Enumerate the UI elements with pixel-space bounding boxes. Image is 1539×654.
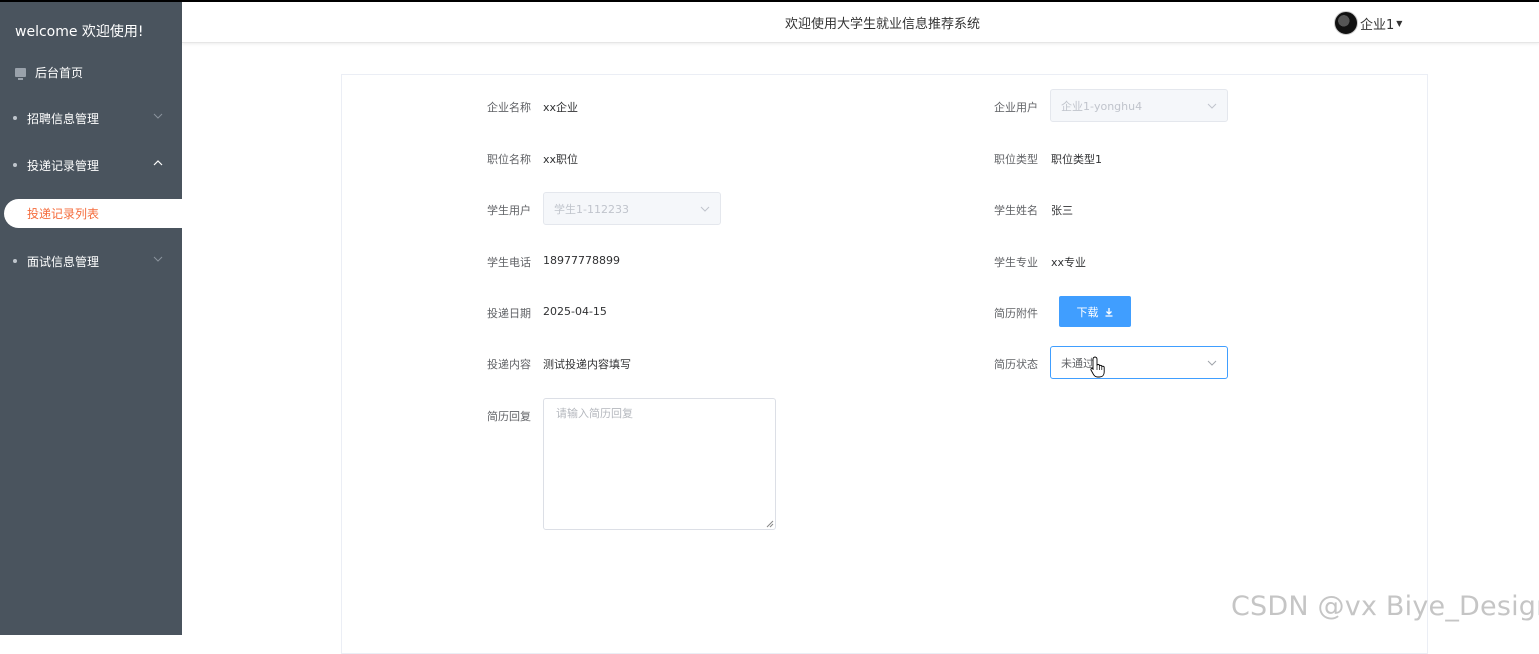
delivery-date-label: 投递日期 bbox=[487, 307, 531, 320]
student-user-select-value: 学生1-112233 bbox=[554, 202, 629, 216]
delivery-content-label: 投递内容 bbox=[487, 358, 531, 371]
chevron-down-icon bbox=[153, 113, 163, 119]
resize-handle-icon[interactable] bbox=[766, 520, 774, 528]
company-name-label: 企业名称 bbox=[487, 101, 531, 114]
page-title: 欢迎使用大学生就业信息推荐系统 bbox=[785, 17, 981, 32]
monitor-icon bbox=[15, 67, 26, 80]
resume-reply-label: 简历回复 bbox=[487, 410, 531, 423]
caret-down-icon: ▼ bbox=[1396, 18, 1403, 28]
top-header: 欢迎使用大学生就业信息推荐系统 企业1 ▼ bbox=[182, 2, 1539, 43]
company-user-select-value: 企业1-yonghu4 bbox=[1061, 99, 1143, 113]
student-name-value: 张三 bbox=[1051, 204, 1073, 217]
chevron-up-icon bbox=[153, 160, 163, 166]
student-major-label: 学生专业 bbox=[994, 256, 1038, 269]
resume-status-select[interactable]: 未通过 bbox=[1050, 346, 1228, 379]
sidebar-item-delivery[interactable]: 投递记录管理 bbox=[0, 145, 182, 185]
company-user-select: 企业1-yonghu4 bbox=[1050, 89, 1228, 122]
delivery-date-value: 2025-04-15 bbox=[543, 305, 607, 318]
user-menu[interactable]: 企业1 ▼ bbox=[1334, 11, 1402, 35]
company-user-label: 企业用户 bbox=[994, 101, 1038, 114]
sidebar-item-home[interactable]: 后台首页 bbox=[0, 52, 182, 92]
bullet-icon bbox=[13, 259, 17, 263]
student-phone-value: 18977778899 bbox=[543, 254, 620, 267]
resume-status-label: 简历状态 bbox=[994, 358, 1038, 371]
chevron-down-icon bbox=[1207, 360, 1217, 366]
bullet-icon bbox=[13, 116, 17, 120]
student-phone-label: 学生电话 bbox=[487, 256, 531, 269]
job-type-value: 职位类型1 bbox=[1051, 153, 1102, 166]
delivery-content-value: 测试投递内容填写 bbox=[543, 358, 631, 371]
download-button-label: 下载 bbox=[1076, 306, 1099, 319]
watermark-text: CSDN @vx Biye_Design bbox=[1231, 591, 1539, 622]
job-name-label: 职位名称 bbox=[487, 153, 531, 166]
resume-reply-textarea[interactable] bbox=[543, 398, 776, 530]
job-type-label: 职位类型 bbox=[994, 153, 1038, 166]
user-name: 企业1 bbox=[1360, 17, 1395, 33]
sidebar-item-label: 后台首页 bbox=[35, 65, 84, 80]
welcome-text: welcome 欢迎使用! bbox=[15, 24, 144, 40]
hand-pointer-icon bbox=[1090, 356, 1105, 378]
download-icon bbox=[1105, 307, 1112, 317]
sidebar-item-recruitment[interactable]: 招聘信息管理 bbox=[0, 98, 182, 138]
company-name-value: xx企业 bbox=[543, 101, 579, 114]
chevron-down-icon bbox=[700, 206, 710, 212]
student-user-label: 学生用户 bbox=[487, 204, 531, 217]
student-name-label: 学生姓名 bbox=[994, 204, 1038, 217]
student-user-select: 学生1-112233 bbox=[543, 192, 721, 225]
sidebar-item-label: 招聘信息管理 bbox=[27, 111, 100, 126]
download-button[interactable]: 下载 bbox=[1059, 296, 1131, 327]
resume-attachment-label: 简历附件 bbox=[994, 307, 1038, 320]
sidebar-subitem-delivery-list[interactable]: 投递记录列表 bbox=[4, 199, 182, 228]
sidebar: welcome 欢迎使用! 后台首页 招聘信息管理 投递记录管理 投递记录列表 … bbox=[0, 2, 182, 635]
student-major-value: xx专业 bbox=[1051, 256, 1087, 269]
sidebar-item-label: 面试信息管理 bbox=[27, 254, 100, 269]
sidebar-item-interview[interactable]: 面试信息管理 bbox=[0, 241, 182, 281]
sidebar-item-label: 投递记录管理 bbox=[27, 158, 100, 173]
avatar bbox=[1334, 11, 1358, 35]
chevron-down-icon bbox=[153, 256, 163, 262]
job-name-value: xx职位 bbox=[543, 153, 579, 166]
bullet-icon bbox=[13, 163, 17, 167]
chevron-down-icon bbox=[1207, 103, 1217, 109]
